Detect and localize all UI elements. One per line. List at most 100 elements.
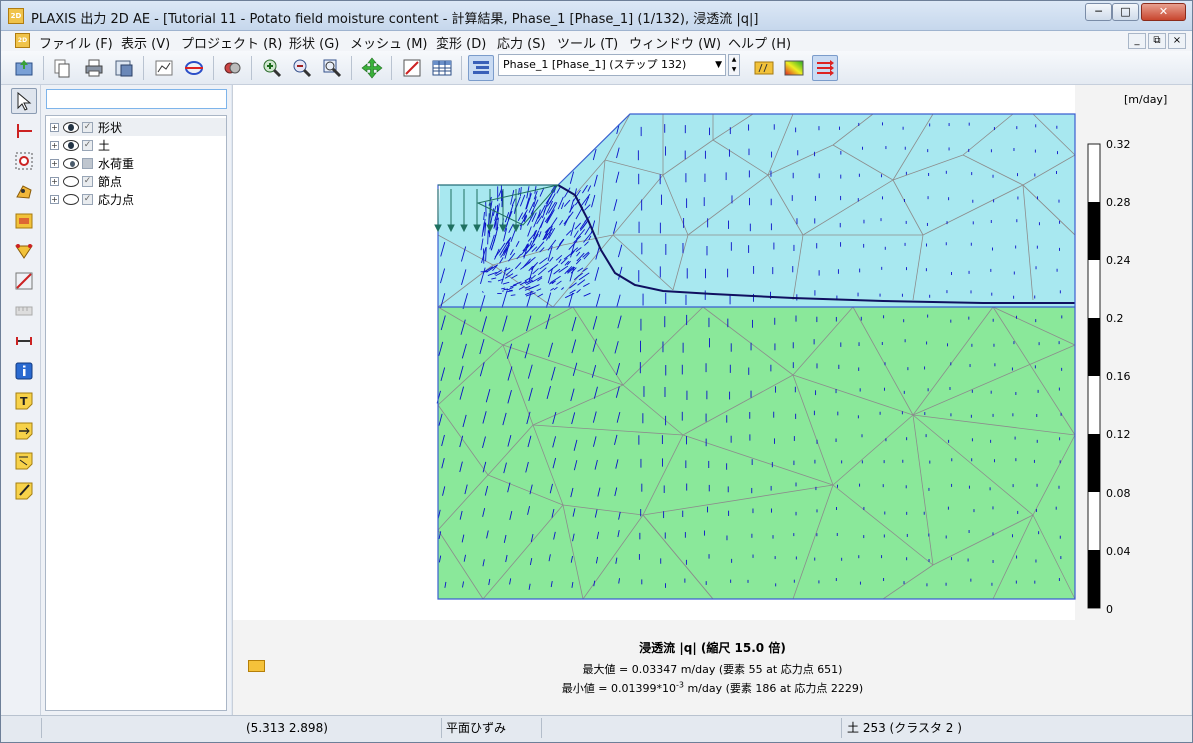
- mdi-restore-button[interactable]: ⧉: [1148, 33, 1166, 49]
- legend-value: 0.16: [1106, 370, 1131, 383]
- eye-closed-icon[interactable]: [63, 175, 79, 187]
- flow-arrow: [529, 192, 531, 200]
- menu-view[interactable]: 表示 (V): [121, 33, 170, 52]
- expand-icon[interactable]: +: [50, 140, 59, 150]
- cross-section-tool-icon[interactable]: [11, 118, 37, 144]
- scale-icon[interactable]: [399, 55, 425, 81]
- legend-unit: [m/day]: [1124, 93, 1168, 106]
- output-window: 2D PLAXIS 出力 2D AE - [Tutorial 11 - Pota…: [0, 0, 1193, 743]
- legend-value: 0.2: [1106, 312, 1124, 325]
- menu-deformation[interactable]: 変形 (D): [436, 33, 486, 52]
- eye-icon[interactable]: [63, 121, 79, 133]
- view-icon[interactable]: [219, 55, 245, 81]
- annotation-pen-icon[interactable]: [11, 478, 37, 504]
- menu-geometry[interactable]: 形状 (G): [289, 33, 339, 52]
- document-icon[interactable]: 2D: [15, 33, 30, 48]
- zoom-window-icon[interactable]: [319, 55, 345, 81]
- flow-arrow: [510, 294, 516, 296]
- chart-icon[interactable]: [151, 55, 177, 81]
- pan-icon[interactable]: [359, 55, 385, 81]
- expand-icon[interactable]: +: [50, 194, 59, 204]
- title-bar[interactable]: 2D PLAXIS 出力 2D AE - [Tutorial 11 - Pota…: [1, 1, 1192, 31]
- hint-icon[interactable]: [11, 238, 37, 264]
- model-plot[interactable]: [233, 85, 1192, 625]
- distance-measure-icon[interactable]: [11, 268, 37, 294]
- close-button[interactable]: ✕: [1141, 3, 1186, 21]
- export-icon[interactable]: [111, 55, 137, 81]
- model-explorer: + ✓ 形状 + ✓ 土 + 水荷重 + ✓ 節点 + ✓ 応力点: [41, 85, 231, 715]
- eye-icon[interactable]: [63, 139, 79, 151]
- expand-icon[interactable]: +: [50, 176, 59, 186]
- tree-item-geometry[interactable]: + ✓ 形状: [50, 118, 226, 136]
- tree-item-water-load[interactable]: + 水荷重: [50, 154, 134, 172]
- menu-mesh[interactable]: メッシュ (M): [350, 33, 428, 52]
- expand-icon[interactable]: +: [50, 122, 59, 132]
- chevron-down-icon: ▼: [715, 60, 722, 70]
- menu-stress[interactable]: 応力 (S): [497, 33, 546, 52]
- show-plot-icon[interactable]: [468, 55, 494, 81]
- status-coordinates: (5.313 2.898): [246, 721, 328, 735]
- ruler-icon[interactable]: [11, 298, 37, 324]
- app-logo-icon: 2D: [8, 8, 24, 24]
- tree-item-stress-points[interactable]: + ✓ 応力点: [50, 190, 134, 208]
- vectors-icon[interactable]: [812, 55, 838, 81]
- select-point-icon[interactable]: [11, 148, 37, 174]
- menu-file[interactable]: ファイル (F): [39, 33, 113, 52]
- minimize-button[interactable]: ─: [1085, 3, 1112, 21]
- plot-viewport[interactable]: [m/day] 0.32 0.28 0.24 0.2 0.16 0.12 0.0…: [232, 85, 1191, 715]
- menu-tools[interactable]: ツール (T): [557, 33, 618, 52]
- scale-bar-icon[interactable]: [11, 328, 37, 354]
- visibility-checkbox[interactable]: ✓: [82, 139, 93, 151]
- expand-icon[interactable]: +: [50, 158, 59, 168]
- info-icon[interactable]: [11, 358, 37, 384]
- select-pointer-icon[interactable]: [11, 88, 37, 114]
- menu-help[interactable]: ヘルプ (H): [728, 33, 791, 52]
- select-stress-point-icon[interactable]: [11, 208, 37, 234]
- tree-item-label: 水荷重: [98, 156, 135, 171]
- copy-icon[interactable]: [49, 55, 75, 81]
- mdi-minimize-button[interactable]: _: [1128, 33, 1146, 49]
- step-spinner[interactable]: ▲ ▼: [728, 54, 740, 76]
- result-max-value: 最大値 = 0.03347 m/day (要素 55 at 応力点 651): [582, 663, 843, 676]
- tree-item-label: 土: [98, 138, 111, 153]
- zoom-in-icon[interactable]: [259, 55, 285, 81]
- visibility-checkbox[interactable]: ✓: [82, 121, 93, 133]
- menu-window[interactable]: ウィンドウ (W): [629, 33, 721, 52]
- zoom-out-icon[interactable]: [289, 55, 315, 81]
- legend-value: 0: [1106, 603, 1113, 616]
- menu-project[interactable]: プロジェクト (R): [181, 33, 282, 52]
- tree-item-soil[interactable]: + ✓ 土: [50, 136, 110, 154]
- tree-item-label: 形状: [98, 120, 123, 135]
- status-bar: (5.313 2.898) 平面ひずみ 土 253 (クラスタ 2 ): [1, 715, 1192, 742]
- result-title: 浸透流 |q| (縮尺 15.0 倍): [639, 641, 786, 655]
- cross-section-icon[interactable]: [181, 55, 207, 81]
- arrow-label-icon[interactable]: [11, 418, 37, 444]
- arrows-icon[interactable]: [751, 55, 777, 81]
- legend-band: [1088, 318, 1100, 376]
- legend-value: 0.08: [1106, 487, 1131, 500]
- dimension-label-icon[interactable]: [11, 448, 37, 474]
- status-model-type: 平面ひずみ: [446, 721, 507, 735]
- mdi-close-button[interactable]: ×: [1168, 33, 1186, 49]
- shadings-icon[interactable]: [781, 55, 807, 81]
- eye-icon[interactable]: [63, 157, 79, 169]
- eye-closed-icon[interactable]: [63, 193, 79, 205]
- tree-item-label: 節点: [98, 174, 123, 189]
- table-icon[interactable]: [429, 55, 455, 81]
- open-project-icon[interactable]: [11, 55, 37, 81]
- print-icon[interactable]: [81, 55, 107, 81]
- visibility-checkbox[interactable]: ✓: [82, 193, 93, 205]
- legend-value: 0.04: [1106, 545, 1131, 558]
- select-node-icon[interactable]: [11, 178, 37, 204]
- visibility-checkbox[interactable]: [82, 157, 93, 169]
- visibility-checkbox[interactable]: ✓: [82, 175, 93, 187]
- status-selection-info: 土 253 (クラスタ 2 ): [847, 721, 962, 735]
- phase-select[interactable]: Phase_1 [Phase_1] (ステップ 132) ▼: [498, 54, 726, 76]
- text-label-icon[interactable]: T: [11, 388, 37, 414]
- menu-bar: 2D ファイル (F) 表示 (V) プロジェクト (R) 形状 (G) メッシ…: [1, 31, 1192, 52]
- tree-item-nodes[interactable]: + ✓ 節点: [50, 172, 122, 190]
- explorer-search-input[interactable]: [46, 89, 227, 109]
- result-min-value: 最小値 = 0.01399*10-3 m/day (要素 186 at 応力点 …: [561, 680, 864, 695]
- maximize-button[interactable]: □: [1112, 3, 1139, 21]
- legend-value: 0.24: [1106, 254, 1131, 267]
